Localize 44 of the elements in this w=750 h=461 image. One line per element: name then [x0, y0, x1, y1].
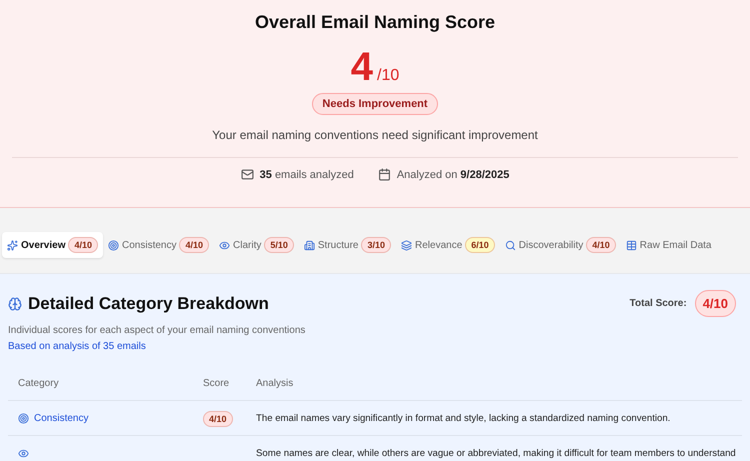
brain-icon [8, 297, 22, 311]
score-badge: 4/10 [586, 237, 616, 253]
score-badge: 3/10 [361, 237, 391, 253]
analysis-basis: Based on analysis of 35 emails [8, 341, 147, 352]
eye-icon [18, 448, 29, 458]
total-score-badge: 4/10 [694, 290, 736, 317]
section-subtitle: Individual scores for each aspect of your email naming conventions [8, 325, 306, 336]
score-badge: 4/10 [179, 237, 210, 253]
score-badge: 6/10 [465, 237, 495, 253]
emails-count: 35 emails analyzed [260, 168, 354, 180]
summary-text: Your email naming conventions need significant improvement [212, 128, 538, 142]
score-badge: 5/10 [264, 237, 294, 253]
section-title: Detailed Category Breakdown [28, 294, 269, 314]
score-badge: 4/10 [68, 237, 98, 253]
mail-icon [240, 168, 254, 181]
score-badge: 4/10 [203, 411, 233, 427]
tab[interactable]: Discoverability 4/10 [500, 232, 621, 258]
table-icon [626, 240, 637, 250]
tab[interactable]: Relevance 6/10 [396, 232, 500, 258]
analysis-cell-text: The email names vary significantly in format and style, lacking a standardized naming convention. [256, 412, 672, 424]
page-title: Overall Email Naming Score [254, 12, 496, 33]
category-link[interactable]: Consistency [34, 412, 88, 424]
tab[interactable]: Overview 4/10 [2, 232, 104, 258]
rating-badge: Needs Improvement [312, 93, 438, 115]
tab[interactable]: Consistency 4/10 [103, 232, 214, 258]
sparkle-icon [7, 240, 18, 250]
target-icon [108, 240, 120, 250]
analysis-date: Analyzed on 9/28/2025 [396, 168, 510, 180]
tab[interactable]: Structure 3/10 [298, 232, 396, 258]
layers-icon [401, 240, 412, 250]
column-header: Category [18, 378, 60, 388]
analysis-cell-text: Some names are clear, while others are vague or abbreviated, making it difficult for team members to understand [256, 448, 737, 458]
column-header: Analysis [256, 378, 294, 388]
score-value: 4 [350, 47, 373, 87]
column-header: Score [203, 378, 230, 388]
eye-icon [219, 240, 230, 250]
building-icon [304, 240, 315, 250]
tab[interactable]: Clarity 5/10 [214, 232, 299, 258]
score-max: /10 [377, 67, 400, 85]
total-label: Total Score: [630, 298, 687, 309]
tab[interactable]: Raw Email Data [620, 234, 716, 256]
search-icon [504, 240, 516, 250]
target-icon [18, 412, 29, 424]
calendar-icon [378, 168, 391, 181]
